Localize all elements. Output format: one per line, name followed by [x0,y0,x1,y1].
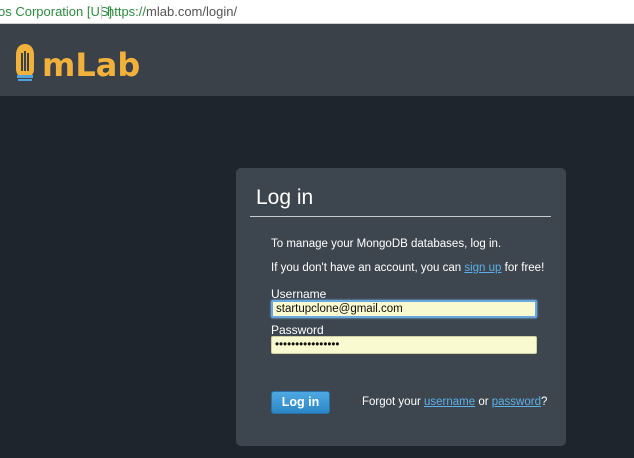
title-divider [250,216,551,217]
address-bar-divider [101,5,102,19]
url-protocol: https:// [107,4,147,19]
site-identity-label[interactable]: os Corporation [US] [0,0,112,23]
forgot-username-link[interactable]: username [424,396,475,408]
password-input[interactable] [271,336,537,354]
logo-wordmark[interactable]: mLab [42,46,140,84]
mlab-logo-icon[interactable] [14,43,36,83]
url-path: mlab.com/login/ [146,4,238,19]
forgot-password-link[interactable]: password [492,396,541,408]
browser-address-bar[interactable]: os Corporation [US] https://mlab.com/log… [0,0,634,24]
login-title: Log in [256,186,314,209]
forgot-before: Forgot your [362,396,424,408]
site-header: mLab [0,24,634,96]
signup-prompt: If you don't have an account, you can si… [271,262,544,274]
signup-prompt-before: If you don't have an account, you can [271,262,465,274]
url-text[interactable]: https://mlab.com/login/ [107,0,238,23]
intro-text: To manage your MongoDB databases, log in… [271,238,502,250]
username-label: Username [271,287,327,301]
forgot-or: or [475,396,492,408]
forgot-after: ? [540,396,548,408]
login-button[interactable]: Log in [271,391,330,414]
username-input[interactable] [271,300,537,318]
login-panel: Log in To manage your MongoDB databases,… [236,168,566,446]
password-label: Password [271,323,324,337]
signup-link[interactable]: sign up [464,262,501,274]
signup-prompt-after: for free! [501,262,545,274]
forgot-credentials: Forgot your username or password? [362,396,547,408]
